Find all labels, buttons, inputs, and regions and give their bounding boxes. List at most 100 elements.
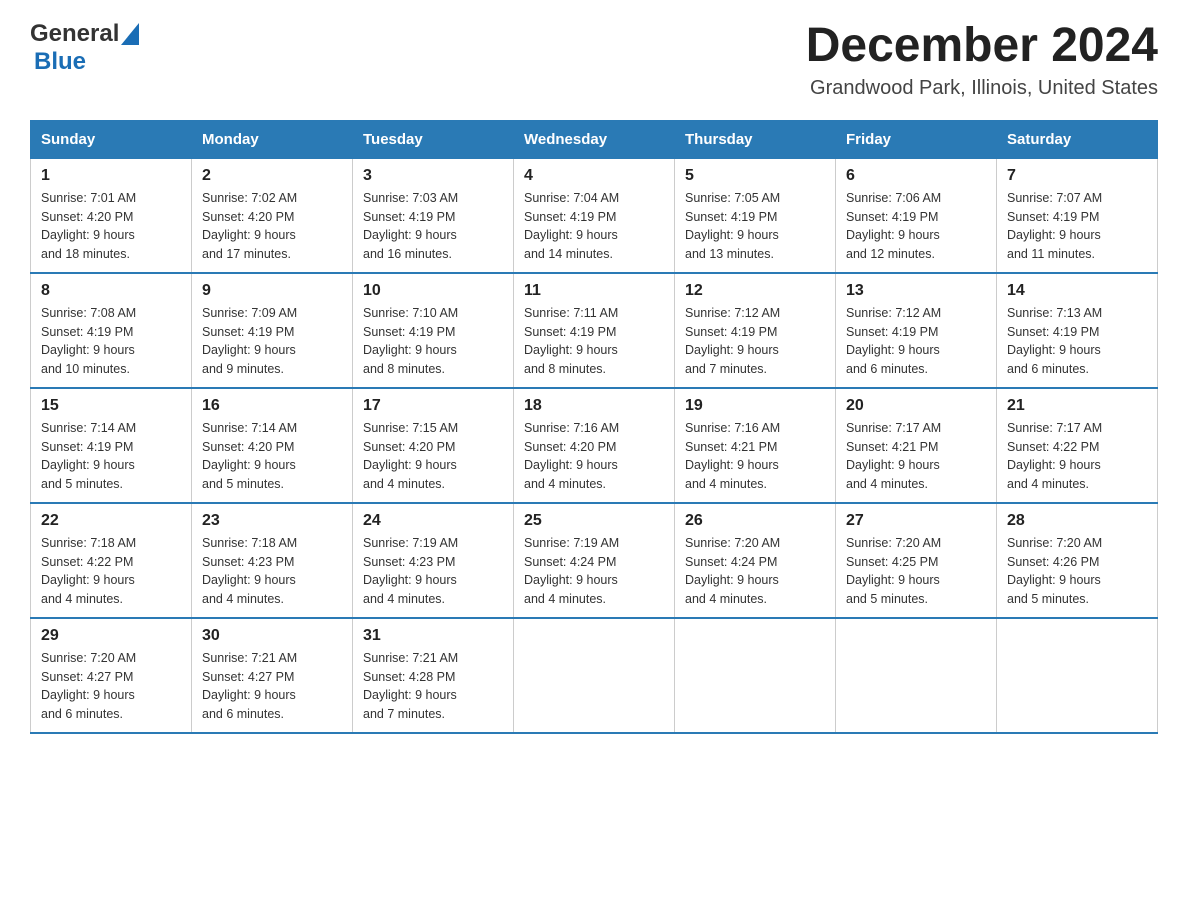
day-number: 17 bbox=[363, 397, 503, 415]
calendar-cell: 18 Sunrise: 7:16 AM Sunset: 4:20 PM Dayl… bbox=[514, 388, 675, 503]
day-info: Sunrise: 7:13 AM Sunset: 4:19 PM Dayligh… bbox=[1007, 304, 1147, 379]
day-info: Sunrise: 7:16 AM Sunset: 4:20 PM Dayligh… bbox=[524, 419, 664, 494]
calendar-cell: 2 Sunrise: 7:02 AM Sunset: 4:20 PM Dayli… bbox=[192, 158, 353, 273]
calendar-cell: 26 Sunrise: 7:20 AM Sunset: 4:24 PM Dayl… bbox=[675, 503, 836, 618]
day-number: 13 bbox=[846, 282, 986, 300]
day-number: 20 bbox=[846, 397, 986, 415]
calendar-cell: 6 Sunrise: 7:06 AM Sunset: 4:19 PM Dayli… bbox=[836, 158, 997, 273]
calendar-table: SundayMondayTuesdayWednesdayThursdayFrid… bbox=[30, 120, 1158, 734]
day-info: Sunrise: 7:17 AM Sunset: 4:22 PM Dayligh… bbox=[1007, 419, 1147, 494]
calendar-cell: 15 Sunrise: 7:14 AM Sunset: 4:19 PM Dayl… bbox=[31, 388, 192, 503]
day-number: 9 bbox=[202, 282, 342, 300]
calendar-cell: 21 Sunrise: 7:17 AM Sunset: 4:22 PM Dayl… bbox=[997, 388, 1158, 503]
day-info: Sunrise: 7:21 AM Sunset: 4:27 PM Dayligh… bbox=[202, 649, 342, 724]
day-info: Sunrise: 7:02 AM Sunset: 4:20 PM Dayligh… bbox=[202, 189, 342, 264]
day-info: Sunrise: 7:15 AM Sunset: 4:20 PM Dayligh… bbox=[363, 419, 503, 494]
weekday-header-monday: Monday bbox=[192, 120, 353, 158]
calendar-cell: 1 Sunrise: 7:01 AM Sunset: 4:20 PM Dayli… bbox=[31, 158, 192, 273]
day-number: 18 bbox=[524, 397, 664, 415]
calendar-cell bbox=[997, 618, 1158, 733]
calendar-week-row: 1 Sunrise: 7:01 AM Sunset: 4:20 PM Dayli… bbox=[31, 158, 1158, 273]
weekday-header-friday: Friday bbox=[836, 120, 997, 158]
day-info: Sunrise: 7:09 AM Sunset: 4:19 PM Dayligh… bbox=[202, 304, 342, 379]
calendar-cell: 7 Sunrise: 7:07 AM Sunset: 4:19 PM Dayli… bbox=[997, 158, 1158, 273]
calendar-cell: 23 Sunrise: 7:18 AM Sunset: 4:23 PM Dayl… bbox=[192, 503, 353, 618]
day-info: Sunrise: 7:20 AM Sunset: 4:25 PM Dayligh… bbox=[846, 534, 986, 609]
calendar-week-row: 15 Sunrise: 7:14 AM Sunset: 4:19 PM Dayl… bbox=[31, 388, 1158, 503]
day-info: Sunrise: 7:03 AM Sunset: 4:19 PM Dayligh… bbox=[363, 189, 503, 264]
day-number: 8 bbox=[41, 282, 181, 300]
calendar-cell: 12 Sunrise: 7:12 AM Sunset: 4:19 PM Dayl… bbox=[675, 273, 836, 388]
day-number: 25 bbox=[524, 512, 664, 530]
day-info: Sunrise: 7:16 AM Sunset: 4:21 PM Dayligh… bbox=[685, 419, 825, 494]
day-number: 2 bbox=[202, 167, 342, 185]
day-number: 31 bbox=[363, 627, 503, 645]
day-number: 29 bbox=[41, 627, 181, 645]
calendar-week-row: 22 Sunrise: 7:18 AM Sunset: 4:22 PM Dayl… bbox=[31, 503, 1158, 618]
calendar-cell: 22 Sunrise: 7:18 AM Sunset: 4:22 PM Dayl… bbox=[31, 503, 192, 618]
location-subtitle: Grandwood Park, Illinois, United States bbox=[806, 77, 1158, 100]
day-info: Sunrise: 7:18 AM Sunset: 4:22 PM Dayligh… bbox=[41, 534, 181, 609]
day-info: Sunrise: 7:19 AM Sunset: 4:23 PM Dayligh… bbox=[363, 534, 503, 609]
day-number: 30 bbox=[202, 627, 342, 645]
day-info: Sunrise: 7:08 AM Sunset: 4:19 PM Dayligh… bbox=[41, 304, 181, 379]
calendar-cell: 8 Sunrise: 7:08 AM Sunset: 4:19 PM Dayli… bbox=[31, 273, 192, 388]
day-number: 10 bbox=[363, 282, 503, 300]
day-number: 7 bbox=[1007, 167, 1147, 185]
day-number: 12 bbox=[685, 282, 825, 300]
day-info: Sunrise: 7:01 AM Sunset: 4:20 PM Dayligh… bbox=[41, 189, 181, 264]
title-area: December 2024 Grandwood Park, Illinois, … bbox=[806, 20, 1158, 100]
calendar-cell: 3 Sunrise: 7:03 AM Sunset: 4:19 PM Dayli… bbox=[353, 158, 514, 273]
day-info: Sunrise: 7:14 AM Sunset: 4:20 PM Dayligh… bbox=[202, 419, 342, 494]
calendar-cell: 29 Sunrise: 7:20 AM Sunset: 4:27 PM Dayl… bbox=[31, 618, 192, 733]
calendar-cell: 5 Sunrise: 7:05 AM Sunset: 4:19 PM Dayli… bbox=[675, 158, 836, 273]
calendar-cell: 11 Sunrise: 7:11 AM Sunset: 4:19 PM Dayl… bbox=[514, 273, 675, 388]
calendar-cell: 13 Sunrise: 7:12 AM Sunset: 4:19 PM Dayl… bbox=[836, 273, 997, 388]
weekday-header-wednesday: Wednesday bbox=[514, 120, 675, 158]
calendar-cell: 9 Sunrise: 7:09 AM Sunset: 4:19 PM Dayli… bbox=[192, 273, 353, 388]
day-number: 26 bbox=[685, 512, 825, 530]
calendar-cell: 19 Sunrise: 7:16 AM Sunset: 4:21 PM Dayl… bbox=[675, 388, 836, 503]
calendar-week-row: 29 Sunrise: 7:20 AM Sunset: 4:27 PM Dayl… bbox=[31, 618, 1158, 733]
calendar-cell: 27 Sunrise: 7:20 AM Sunset: 4:25 PM Dayl… bbox=[836, 503, 997, 618]
day-info: Sunrise: 7:11 AM Sunset: 4:19 PM Dayligh… bbox=[524, 304, 664, 379]
day-info: Sunrise: 7:06 AM Sunset: 4:19 PM Dayligh… bbox=[846, 189, 986, 264]
calendar-cell bbox=[675, 618, 836, 733]
calendar-cell: 4 Sunrise: 7:04 AM Sunset: 4:19 PM Dayli… bbox=[514, 158, 675, 273]
day-info: Sunrise: 7:10 AM Sunset: 4:19 PM Dayligh… bbox=[363, 304, 503, 379]
calendar-cell: 17 Sunrise: 7:15 AM Sunset: 4:20 PM Dayl… bbox=[353, 388, 514, 503]
day-info: Sunrise: 7:07 AM Sunset: 4:19 PM Dayligh… bbox=[1007, 189, 1147, 264]
day-number: 23 bbox=[202, 512, 342, 530]
weekday-header-saturday: Saturday bbox=[997, 120, 1158, 158]
logo-blue-text: Blue bbox=[34, 48, 86, 75]
day-number: 5 bbox=[685, 167, 825, 185]
calendar-cell bbox=[514, 618, 675, 733]
calendar-cell: 20 Sunrise: 7:17 AM Sunset: 4:21 PM Dayl… bbox=[836, 388, 997, 503]
day-number: 4 bbox=[524, 167, 664, 185]
weekday-header-tuesday: Tuesday bbox=[353, 120, 514, 158]
day-number: 11 bbox=[524, 282, 664, 300]
day-info: Sunrise: 7:20 AM Sunset: 4:27 PM Dayligh… bbox=[41, 649, 181, 724]
day-number: 22 bbox=[41, 512, 181, 530]
day-number: 15 bbox=[41, 397, 181, 415]
day-info: Sunrise: 7:14 AM Sunset: 4:19 PM Dayligh… bbox=[41, 419, 181, 494]
day-number: 3 bbox=[363, 167, 503, 185]
calendar-cell: 24 Sunrise: 7:19 AM Sunset: 4:23 PM Dayl… bbox=[353, 503, 514, 618]
calendar-cell: 30 Sunrise: 7:21 AM Sunset: 4:27 PM Dayl… bbox=[192, 618, 353, 733]
calendar-cell: 14 Sunrise: 7:13 AM Sunset: 4:19 PM Dayl… bbox=[997, 273, 1158, 388]
day-number: 6 bbox=[846, 167, 986, 185]
day-number: 14 bbox=[1007, 282, 1147, 300]
logo-icon bbox=[121, 23, 139, 50]
day-info: Sunrise: 7:19 AM Sunset: 4:24 PM Dayligh… bbox=[524, 534, 664, 609]
calendar-week-row: 8 Sunrise: 7:08 AM Sunset: 4:19 PM Dayli… bbox=[31, 273, 1158, 388]
day-number: 1 bbox=[41, 167, 181, 185]
calendar-cell: 25 Sunrise: 7:19 AM Sunset: 4:24 PM Dayl… bbox=[514, 503, 675, 618]
day-info: Sunrise: 7:12 AM Sunset: 4:19 PM Dayligh… bbox=[685, 304, 825, 379]
weekday-header-row: SundayMondayTuesdayWednesdayThursdayFrid… bbox=[31, 120, 1158, 158]
day-number: 16 bbox=[202, 397, 342, 415]
day-info: Sunrise: 7:12 AM Sunset: 4:19 PM Dayligh… bbox=[846, 304, 986, 379]
calendar-cell: 16 Sunrise: 7:14 AM Sunset: 4:20 PM Dayl… bbox=[192, 388, 353, 503]
calendar-cell bbox=[836, 618, 997, 733]
day-number: 21 bbox=[1007, 397, 1147, 415]
day-info: Sunrise: 7:18 AM Sunset: 4:23 PM Dayligh… bbox=[202, 534, 342, 609]
